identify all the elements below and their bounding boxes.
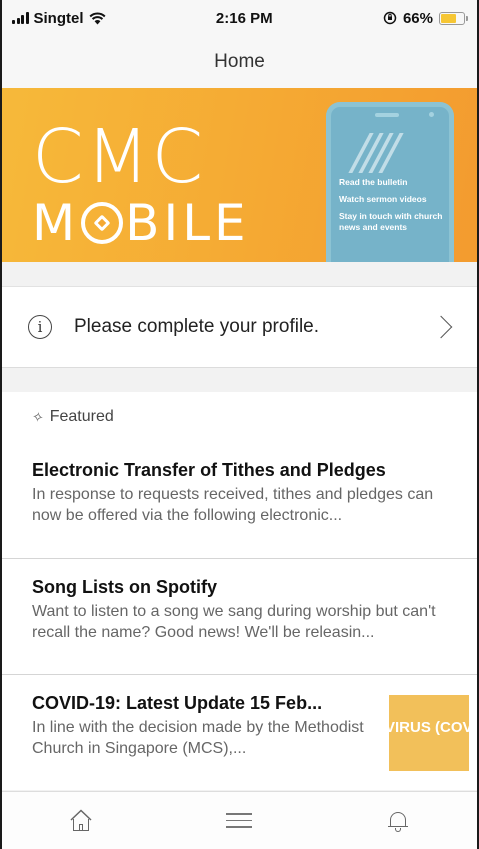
- battery-group: 66%: [383, 9, 468, 27]
- complete-profile-row[interactable]: i Please complete your profile.: [2, 286, 477, 368]
- article-item[interactable]: COVID-19: Latest Update 15 Feb... In lin…: [2, 674, 477, 790]
- tab-notifications[interactable]: [378, 801, 418, 841]
- clock: 2:16 PM: [215, 9, 273, 27]
- banner-title: CMC: [32, 114, 206, 200]
- banner-subtitle-start: M: [32, 194, 80, 252]
- article-title: Song Lists on Spotify: [32, 577, 217, 597]
- signal-icon: [12, 12, 29, 24]
- profile-prompt-text: Please complete your profile.: [74, 316, 320, 337]
- featured-articles: Electronic Transfer of Tithes and Pledge…: [2, 442, 477, 810]
- article-title: Electronic Transfer of Tithes and Pledge…: [32, 460, 386, 480]
- battery-percent: 66%: [402, 9, 433, 27]
- banner-subtitle-end: BILE: [125, 194, 250, 252]
- thumbnail-text: VIRUS (COV: [389, 719, 469, 736]
- featured-label: Featured: [49, 408, 114, 425]
- phone-illustration: Read the bulletin Watch sermon videos St…: [326, 102, 454, 262]
- cmc-mobile-banner[interactable]: CMC M BILE Read the bulletin Watch sermo…: [2, 88, 477, 262]
- banner-subtitle: M BILE: [32, 198, 250, 248]
- tab-home[interactable]: [61, 801, 101, 841]
- chevron-right-icon: [429, 315, 453, 339]
- tab-bar: [2, 791, 477, 849]
- info-icon: i: [28, 315, 52, 339]
- article-item[interactable]: Electronic Transfer of Tithes and Pledge…: [2, 442, 477, 558]
- bell-icon: [387, 810, 408, 832]
- menu-icon: [226, 808, 253, 833]
- tab-menu[interactable]: [219, 801, 259, 841]
- featured-section-header: ✧ Featured: [2, 392, 477, 442]
- article-excerpt: Want to listen to a song we sang during …: [32, 603, 436, 641]
- phone-feature-list: Read the bulletin Watch sermon videos St…: [339, 177, 449, 239]
- orientation-lock-icon: [383, 11, 397, 25]
- compass-logo-icon: [81, 202, 124, 244]
- app-frame: Singtel 2:16 PM 66% Home CMC M BILE Read…: [0, 0, 479, 849]
- home-icon: [70, 808, 92, 831]
- phone-feature-sermons: Watch sermon videos: [339, 194, 427, 204]
- article-item[interactable]: Song Lists on Spotify Want to listen to …: [2, 558, 477, 674]
- pin-icon: ✧: [30, 407, 46, 426]
- battery-icon: [439, 11, 468, 25]
- article-thumbnail: VIRUS (COV: [389, 695, 469, 771]
- carrier-name: Singtel: [33, 9, 84, 27]
- phone-feature-news: Stay in touch with church news and event…: [339, 211, 443, 232]
- status-bar: Singtel 2:16 PM 66%: [2, 0, 477, 36]
- phone-feature-bulletin: Read the bulletin: [339, 177, 408, 187]
- nav-bar: Home: [2, 36, 477, 88]
- battery-fill: [441, 13, 456, 23]
- stripes-decoration: [348, 133, 404, 173]
- article-excerpt: In response to requests received, tithes…: [32, 486, 434, 524]
- page-title: Home: [214, 51, 265, 72]
- wifi-icon: [89, 12, 106, 24]
- carrier-group: Singtel: [12, 10, 106, 27]
